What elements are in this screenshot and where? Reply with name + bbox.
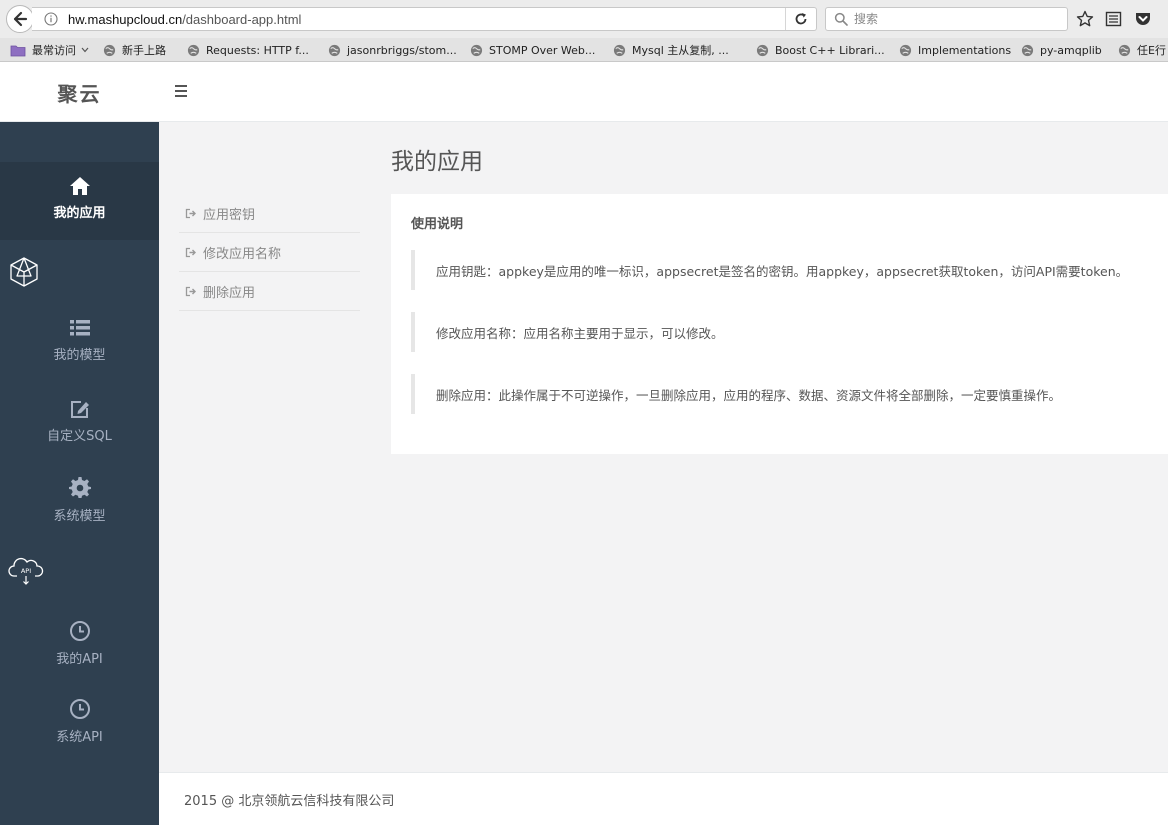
bookmark-label: 新手上路: [122, 44, 166, 57]
sidebar: 我的应用 我的模型 自定义SQL 系统模型 API 我的API 系统API: [0, 122, 159, 825]
sub-menu-label: 应用密钥: [203, 207, 256, 223]
bookmark-item[interactable]: 任E行: [1118, 41, 1166, 59]
sign-out-icon: [185, 247, 196, 257]
url-path: /dashboard-app.html: [182, 11, 302, 27]
bookmarks-bar: 最常访问 新手上路 Requests: HTTP f... jasonrbrig…: [0, 38, 1168, 62]
sidebar-item-my-models[interactable]: 我的模型: [0, 318, 159, 363]
bookmark-label: STOMP Over Web...: [489, 43, 596, 57]
bookmark-item[interactable]: Mysql 主从复制, ...: [613, 41, 729, 59]
bookmark-label: jasonrbriggs/stom...: [347, 43, 457, 57]
home-icon: [69, 177, 90, 195]
sidebar-item-label: 我的API: [56, 652, 103, 667]
sign-out-icon: [185, 286, 196, 296]
bookmark-label: Boost C++ Librari...: [775, 43, 885, 57]
globe-icon: [187, 44, 200, 56]
sidebar-item-system-models[interactable]: 系统模型: [0, 477, 159, 524]
list-icon: [69, 320, 90, 336]
back-button[interactable]: [6, 5, 34, 33]
sign-out-icon: [185, 208, 196, 218]
search-input[interactable]: [854, 12, 1054, 26]
svg-text:API: API: [21, 567, 31, 575]
sub-menu: 应用密钥 修改应用名称 删除应用: [179, 194, 360, 311]
globe-icon: [899, 44, 912, 56]
sidebar-item-system-api[interactable]: 系统API: [0, 698, 159, 745]
clock-icon: [69, 699, 90, 719]
footer-copyright: 2015 @ 北京领航云信科技有限公司: [184, 793, 395, 809]
usage-note: 删除应用：此操作属于不可逆操作，一旦删除应用，应用的程序、数据、资源文件将全部删…: [411, 374, 1168, 414]
back-arrow-icon: [13, 11, 28, 27]
bookmark-item[interactable]: STOMP Over Web...: [470, 41, 595, 59]
page-title: 我的应用: [391, 149, 483, 175]
footer: 2015 @ 北京领航云信科技有限公司: [159, 772, 1168, 825]
bookmark-label: Mysql 主从复制, ...: [632, 44, 729, 57]
brand-logo[interactable]: 聚云: [0, 62, 159, 122]
usage-note: 应用钥匙：appkey是应用的唯一标识，appsecret是签名的密钥。用app…: [411, 250, 1168, 290]
bookmark-item[interactable]: Boost C++ Librari...: [756, 41, 885, 59]
gear-icon: [68, 477, 91, 498]
info-icon[interactable]: [44, 12, 58, 26]
globe-icon: [1118, 44, 1131, 56]
globe-icon: [1021, 44, 1034, 56]
cloud-api-icon: API: [8, 558, 44, 585]
sub-menu-label: 修改应用名称: [203, 246, 282, 262]
bookmark-label: Implementations: [918, 43, 1012, 57]
chevron-down-icon: [81, 47, 89, 53]
sub-menu-item-app-key[interactable]: 应用密钥: [179, 194, 360, 233]
bookmark-label: 最常访问: [32, 44, 76, 57]
sidebar-item-label: 系统API: [56, 730, 103, 745]
cube-icon: [10, 257, 38, 287]
clock-icon: [69, 621, 90, 641]
url-bar[interactable]: hw.mashupcloud.cn/dashboard-app.html: [32, 7, 817, 31]
sub-menu-item-rename-app[interactable]: 修改应用名称: [179, 233, 360, 272]
browser-toolbar: hw.mashupcloud.cn/dashboard-app.html: [0, 0, 1168, 38]
edit-icon: [70, 401, 89, 418]
bookmark-item[interactable]: 新手上路: [103, 41, 166, 59]
sub-menu-item-delete-app[interactable]: 删除应用: [179, 272, 360, 311]
bookmark-item[interactable]: Requests: HTTP f...: [187, 41, 309, 59]
sidebar-item-custom-sql[interactable]: 自定义SQL: [0, 399, 159, 444]
bookmark-label: 任E行: [1137, 44, 1166, 57]
card-title: 使用说明: [411, 217, 464, 232]
bookmark-label: py-amqplib: [1040, 43, 1102, 57]
usage-card: 使用说明 应用钥匙：appkey是应用的唯一标识，appsecret是签名的密钥…: [391, 194, 1168, 454]
globe-icon: [756, 44, 769, 56]
sidebar-item-my-apps[interactable]: 我的应用: [0, 162, 159, 240]
sidebar-item-label: 我的模型: [53, 348, 106, 363]
globe-icon: [328, 44, 341, 56]
search-icon: [834, 12, 848, 26]
usage-note: 修改应用名称：应用名称主要用于显示，可以修改。: [411, 312, 1168, 352]
bookmark-folder-most-visited[interactable]: 最常访问: [10, 41, 96, 59]
main-content: 应用密钥 修改应用名称 删除应用 我的应用 使用说明 应用钥匙：appkey是应…: [159, 122, 1168, 772]
bookmark-star-icon[interactable]: [1075, 9, 1095, 29]
bookmark-item[interactable]: Implementations: [899, 41, 1011, 59]
url-host: hw.mashupcloud.cn: [68, 11, 183, 27]
url-text: hw.mashupcloud.cn/dashboard-app.html: [68, 12, 785, 27]
app-header: 聚云: [0, 62, 1168, 122]
search-bar[interactable]: [825, 7, 1068, 31]
globe-icon: [613, 44, 626, 56]
bookmark-item[interactable]: jasonrbriggs/stom...: [328, 41, 457, 59]
sub-menu-label: 删除应用: [203, 285, 256, 301]
sidebar-item-label: 系统模型: [53, 509, 106, 524]
bookmark-label: Requests: HTTP f...: [206, 43, 309, 57]
sidebar-item-my-api[interactable]: 我的API: [0, 620, 159, 667]
sidebar-item-label: 我的应用: [53, 206, 106, 221]
globe-icon: [470, 44, 483, 56]
bookmark-item[interactable]: py-amqplib: [1021, 41, 1102, 59]
reading-list-icon[interactable]: [1103, 9, 1123, 29]
reload-icon: [795, 13, 807, 25]
reload-button[interactable]: [786, 8, 816, 30]
globe-icon: [103, 44, 116, 56]
sidebar-item-label: 自定义SQL: [47, 429, 112, 444]
folder-icon: [10, 45, 26, 56]
menu-toggle-icon[interactable]: [175, 82, 191, 100]
pocket-icon[interactable]: [1133, 9, 1153, 29]
